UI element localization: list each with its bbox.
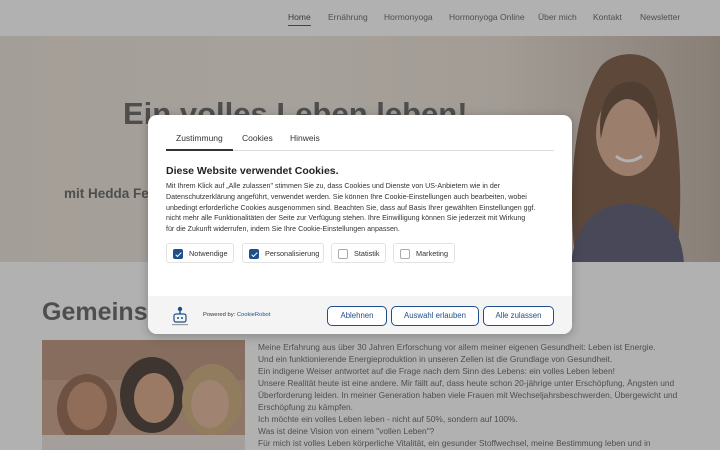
accept-all-button[interactable]: Alle zulassen xyxy=(483,306,554,326)
tab-zustimmung[interactable]: Zustimmung xyxy=(166,133,233,151)
reject-button[interactable]: Ablehnen xyxy=(327,306,387,326)
consent-tabs: Zustimmung Cookies Hinweis xyxy=(166,125,554,151)
consent-text-line: nicht mehr alle Funktionalitäten der Sei… xyxy=(166,214,526,223)
category-label: Statistik xyxy=(354,249,380,258)
consent-description: Mit Ihrem Klick auf „Alle zulassen" stim… xyxy=(166,181,556,235)
cookie-consent-dialog: Zustimmung Cookies Hinweis Diese Website… xyxy=(148,115,572,334)
category-marketing[interactable]: Marketing xyxy=(393,243,455,263)
powered-by-label: Powered by: xyxy=(203,312,236,318)
consent-text-line: Datenschutzerklärung angeführt, verwende… xyxy=(166,192,527,201)
category-label: Marketing xyxy=(416,249,449,258)
cookierobot-logo-icon xyxy=(172,306,188,326)
consent-text-line: für die Zukunft widerrufen, indem Sie Ih… xyxy=(166,225,400,234)
consent-footer: Powered by: CookieRobot Ablehnen Auswahl… xyxy=(148,296,572,334)
checkbox-personalisierung[interactable] xyxy=(249,249,259,259)
checkbox-statistik[interactable] xyxy=(338,249,348,259)
category-label: Personalisierung xyxy=(265,249,320,258)
tab-cookies[interactable]: Cookies xyxy=(242,133,273,143)
consent-text-line: Mit Ihrem Klick auf „Alle zulassen" stim… xyxy=(166,182,501,190)
category-personalisierung[interactable]: Personalisierung xyxy=(242,243,324,263)
category-statistik[interactable]: Statistik xyxy=(331,243,386,263)
category-notwendige[interactable]: Notwendige xyxy=(166,243,234,263)
cookierobot-link[interactable]: CookieRobot xyxy=(237,312,271,318)
allow-selection-button[interactable]: Auswahl erlauben xyxy=(391,306,479,326)
consent-heading: Diese Website verwendet Cookies. xyxy=(166,165,339,177)
category-label: Notwendige xyxy=(189,249,228,258)
powered-by-text: Powered by: CookieRobot xyxy=(203,312,270,318)
checkbox-marketing[interactable] xyxy=(400,249,410,259)
checkbox-notwendige[interactable] xyxy=(173,249,183,259)
tab-hinweis[interactable]: Hinweis xyxy=(290,133,320,143)
consent-text-line: unbedingt erforderliche Cookies ausgenom… xyxy=(166,203,536,212)
